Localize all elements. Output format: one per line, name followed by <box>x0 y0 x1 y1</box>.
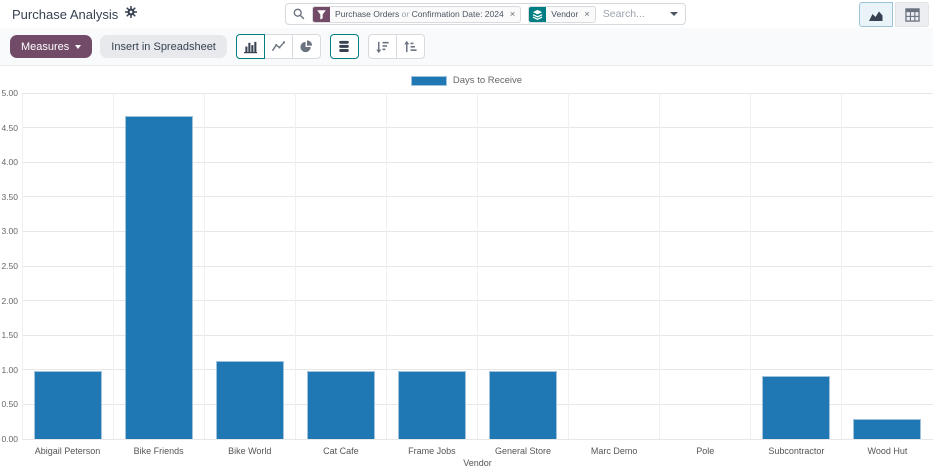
remove-filter-icon[interactable]: × <box>508 6 521 23</box>
bar[interactable] <box>398 371 466 439</box>
gridline-vertical <box>386 93 387 439</box>
y-axis-tick-label: 1.00 <box>0 365 18 375</box>
gridline-vertical <box>659 93 660 439</box>
stacked-toggle-button[interactable] <box>330 34 359 59</box>
y-axis-tick-label: 0.50 <box>0 399 18 409</box>
x-axis-tick-label: Cat Cafe <box>291 446 391 456</box>
search-input[interactable]: Search... <box>603 8 663 20</box>
page-title: Purchase Analysis <box>12 7 118 22</box>
bar[interactable] <box>34 371 102 439</box>
legend-swatch <box>411 76 447 86</box>
sort-descending-button[interactable] <box>368 34 397 59</box>
search-bar[interactable]: Purchase Orders or Confirmation Date: 20… <box>285 3 686 25</box>
y-axis-tick-label: 1.50 <box>0 330 18 340</box>
stacked-bars-icon <box>337 39 351 54</box>
bar[interactable] <box>853 419 921 439</box>
bar[interactable] <box>125 116 193 439</box>
sort-descending-icon <box>375 40 390 54</box>
search-facet-filter: Purchase Orders or Confirmation Date: 20… <box>312 6 521 23</box>
pie-chart-icon <box>299 39 314 54</box>
groupby-facet-label: Vendor <box>546 9 582 19</box>
x-axis-tick-label: Pole <box>655 446 755 456</box>
bar-chart-icon <box>243 40 258 54</box>
gear-icon[interactable] <box>125 5 137 23</box>
bar[interactable] <box>216 361 284 439</box>
stacked-group <box>330 34 359 59</box>
groupby-layers-icon <box>529 6 546 23</box>
search-facet-groupby: Vendor × <box>528 6 596 23</box>
bar[interactable] <box>762 376 830 439</box>
chart-type-bar-button[interactable] <box>236 34 265 59</box>
sort-ascending-button[interactable] <box>396 34 425 59</box>
x-axis-tick-label: Bike World <box>200 446 300 456</box>
gridline-vertical <box>750 93 751 439</box>
legend[interactable]: Days to Receive <box>0 75 933 86</box>
x-axis-tick-label: General Store <box>473 446 573 456</box>
graph-view-icon <box>868 8 884 22</box>
gridline-vertical <box>841 93 842 439</box>
search-dropdown-caret-icon[interactable] <box>670 12 678 16</box>
control-panel: Measures Insert in Spreadsheet <box>0 28 933 66</box>
x-axis-tick-label: Frame Jobs <box>382 446 482 456</box>
y-axis-tick-label: 4.00 <box>0 157 18 167</box>
line-chart-icon <box>271 40 286 53</box>
bar[interactable] <box>489 371 557 439</box>
y-axis-tick-label: 3.00 <box>0 226 18 236</box>
x-axis-tick-label: Abigail Peterson <box>18 446 118 456</box>
chart-type-group <box>236 34 321 59</box>
view-switch-pivot-button[interactable] <box>895 2 929 27</box>
y-axis-tick-label: 2.50 <box>0 261 18 271</box>
chart-type-line-button[interactable] <box>264 34 293 59</box>
sort-group <box>368 34 425 59</box>
gridline-vertical <box>113 93 114 439</box>
gridline-vertical <box>295 93 296 439</box>
y-axis-tick-label: 5.00 <box>0 88 18 98</box>
y-axis-tick-label: 3.50 <box>0 192 18 202</box>
filter-funnel-icon <box>313 6 330 23</box>
pivot-view-icon <box>905 8 920 22</box>
legend-label: Days to Receive <box>453 75 522 86</box>
x-axis-tick-label: Marc Demo <box>564 446 664 456</box>
filter-facet-label: Purchase Orders or Confirmation Date: 20… <box>330 9 508 19</box>
y-axis-tick-label: 4.50 <box>0 123 18 133</box>
search-icon <box>293 8 305 20</box>
x-axis-title: Vendor <box>22 458 933 468</box>
breadcrumb: Purchase Analysis <box>12 0 137 28</box>
gridline-vertical <box>204 93 205 439</box>
measures-caret-icon <box>75 45 81 49</box>
gridline-vertical <box>568 93 569 439</box>
chart-area: Days to Receive Vendor 0.00 0.50 1.00 1.50 2… <box>0 66 933 470</box>
insert-in-spreadsheet-button[interactable]: Insert in Spreadsheet <box>100 35 227 58</box>
chart-type-pie-button[interactable] <box>292 34 321 59</box>
measures-button[interactable]: Measures <box>10 35 92 58</box>
plot-area <box>22 93 933 439</box>
sort-ascending-icon <box>403 40 418 54</box>
gridline-vertical <box>22 93 23 439</box>
x-axis-tick-label: Wood Hut <box>837 446 933 456</box>
view-switch-graph-button[interactable] <box>859 2 893 27</box>
remove-groupby-icon[interactable]: × <box>582 6 595 23</box>
x-axis-tick-label: Bike Friends <box>109 446 209 456</box>
top-bar: Purchase Analysis <box>0 0 933 28</box>
y-axis-tick-label: 2.00 <box>0 296 18 306</box>
view-switcher <box>859 2 929 27</box>
x-axis-tick-label: Subcontractor <box>746 446 846 456</box>
purchase-analysis-app: Purchase Analysis <box>0 0 933 470</box>
gridline-vertical <box>477 93 478 439</box>
bar[interactable] <box>307 371 375 439</box>
y-axis-tick-label: 0.00 <box>0 434 18 444</box>
